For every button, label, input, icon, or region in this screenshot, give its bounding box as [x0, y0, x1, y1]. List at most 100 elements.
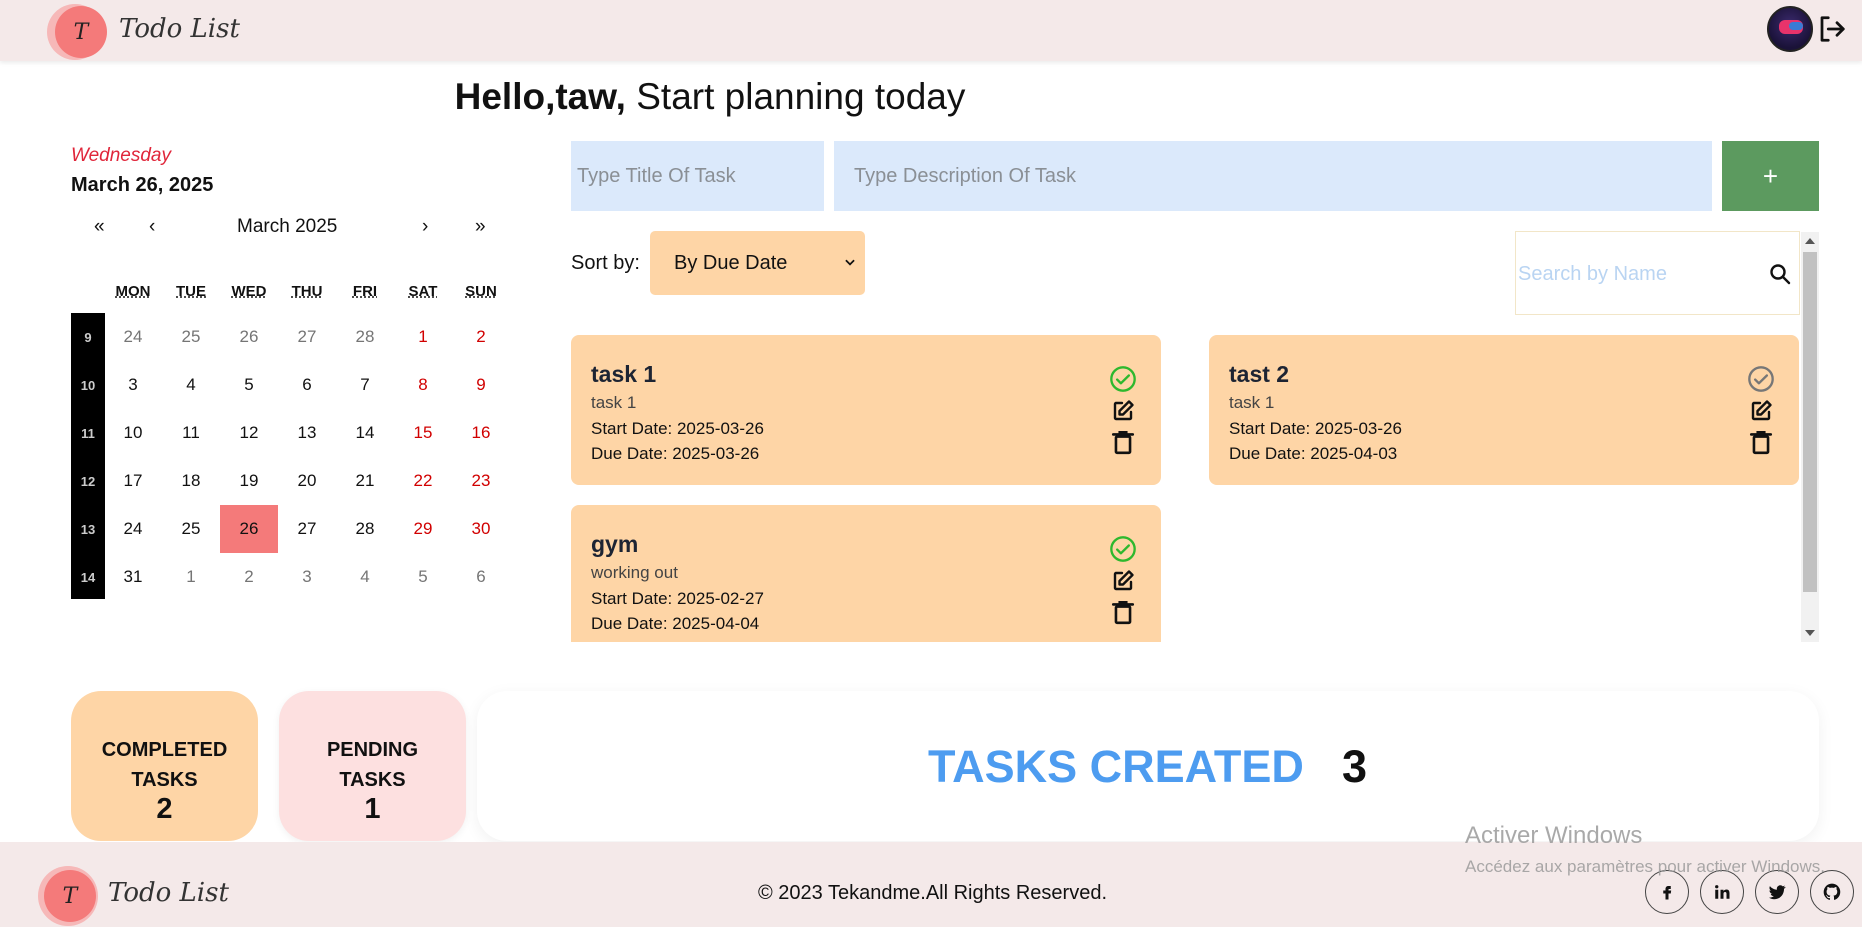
calendar-day[interactable]: 4	[162, 361, 220, 409]
sort-select[interactable]: By Due Date	[650, 231, 865, 295]
task-card: gym working out Start Date: 2025-02-27 Due …	[571, 505, 1161, 642]
task-description: task 1	[591, 393, 637, 412]
add-task-button[interactable]: +	[1722, 141, 1819, 211]
calendar-day[interactable]: 20	[278, 457, 336, 505]
logo-circle: T	[55, 6, 107, 58]
calendar-day[interactable]: 1	[394, 313, 452, 361]
trash-icon[interactable]	[1110, 429, 1138, 457]
footer-app-name: Todo List	[108, 878, 229, 908]
task-description-input[interactable]	[834, 141, 1712, 211]
calendar-day[interactable]: 27	[278, 505, 336, 553]
calendar-day-today[interactable]: 26	[220, 505, 278, 553]
calendar-day[interactable]: 17	[104, 457, 162, 505]
footer-logo[interactable]: T Todo List	[38, 866, 229, 926]
calendar-day[interactable]: 5	[394, 553, 452, 601]
calendar-day[interactable]: 28	[336, 313, 394, 361]
calendar-weekday-header: TUE	[176, 283, 206, 300]
completed-label-line1: COMPLETED	[101, 739, 228, 761]
task-due-date: Due Date: 2025-04-04	[591, 614, 760, 633]
calendar-day[interactable]: 10	[104, 409, 162, 457]
edit-icon[interactable]	[1111, 399, 1139, 427]
greeting-hello: Hello,taw,	[454, 76, 626, 117]
twitter-icon	[1768, 885, 1786, 900]
footer-logo-circle: T	[44, 870, 96, 922]
task-due-date: Due Date: 2025-04-03	[1229, 444, 1398, 463]
greeting-heading: Hello,taw, Start planning today	[0, 76, 1420, 118]
greeting-rest: Start planning today	[625, 76, 966, 117]
task-title-input[interactable]	[571, 141, 824, 211]
calendar-day[interactable]: 15	[394, 409, 452, 457]
calendar-day[interactable]: 1	[162, 553, 220, 601]
calendar-weekday-header: MON	[115, 283, 151, 300]
calendar-day[interactable]: 8	[394, 361, 452, 409]
calendar-day[interactable]: 21	[336, 457, 394, 505]
scroll-up-arrow[interactable]	[1805, 238, 1815, 244]
calendar-day[interactable]: 2	[452, 313, 510, 361]
calendar-day[interactable]: 27	[278, 313, 336, 361]
calendar-day[interactable]: 28	[336, 505, 394, 553]
scroll-thumb[interactable]	[1803, 252, 1817, 592]
task-list-scrollbar[interactable]	[1801, 232, 1819, 642]
calendar-day[interactable]: 2	[220, 553, 278, 601]
check-circle-done-icon[interactable]	[1109, 535, 1137, 563]
calendar-day[interactable]: 19	[220, 457, 278, 505]
calendar-week-number: 12	[80, 474, 96, 489]
pending-tasks-label: PENDING TASKS	[279, 735, 466, 795]
calendar-day[interactable]: 25	[162, 505, 220, 553]
calendar-day[interactable]: 4	[336, 553, 394, 601]
calendar-day[interactable]: 5	[220, 361, 278, 409]
search-icon[interactable]	[1768, 262, 1792, 286]
check-circle-icon[interactable]	[1747, 365, 1775, 393]
calendar-week-number: 13	[80, 522, 96, 537]
calendar-prev-year-button[interactable]: «	[94, 216, 105, 238]
user-avatar[interactable]	[1767, 6, 1813, 52]
calendar-day[interactable]: 11	[162, 409, 220, 457]
calendar-day[interactable]: 9	[452, 361, 510, 409]
calendar-day[interactable]: 18	[162, 457, 220, 505]
calendar-day[interactable]: 16	[452, 409, 510, 457]
search-box	[1515, 231, 1800, 315]
calendar-day[interactable]: 13	[278, 409, 336, 457]
search-input[interactable]	[1518, 260, 1748, 288]
pending-tasks-count: 1	[364, 793, 381, 825]
completed-tasks-label: COMPLETED TASKS	[71, 735, 258, 795]
calendar-weekday-header: FRI	[352, 283, 378, 300]
calendar-day[interactable]: 24	[104, 505, 162, 553]
sort-selected-value: By Due Date	[674, 251, 788, 274]
calendar-day[interactable]: 3	[104, 361, 162, 409]
calendar-day[interactable]: 26	[220, 313, 278, 361]
tasks-created-card: TASKS CREATED 3	[477, 691, 1819, 841]
calendar-day[interactable]: 23	[452, 457, 510, 505]
task-title: task 1	[591, 361, 657, 387]
app-logo[interactable]: T Todo List	[47, 2, 240, 60]
edit-icon[interactable]	[1111, 569, 1139, 597]
calendar-day[interactable]: 24	[104, 313, 162, 361]
calendar-day[interactable]: 3	[278, 553, 336, 601]
calendar-next-month-button[interactable]: ›	[422, 216, 428, 238]
trash-icon[interactable]	[1110, 599, 1138, 627]
calendar-day[interactable]: 22	[394, 457, 452, 505]
scroll-down-arrow[interactable]	[1805, 630, 1815, 636]
calendar-day[interactable]: 14	[336, 409, 394, 457]
check-circle-done-icon[interactable]	[1109, 365, 1137, 393]
calendar-prev-month-button[interactable]: ‹	[149, 216, 155, 238]
calendar-day[interactable]: 6	[278, 361, 336, 409]
windows-activation-subtitle: Accédez aux paramètres pour activer Wind…	[1465, 857, 1825, 876]
logout-icon[interactable]	[1817, 14, 1847, 44]
calendar-day[interactable]: 29	[394, 505, 452, 553]
calendar-week-numbers: 9 10 11 12 13 14	[71, 313, 105, 599]
calendar-month-label[interactable]: March 2025	[237, 216, 337, 238]
calendar-next-year-button[interactable]: »	[475, 216, 486, 238]
avatar-visor	[1789, 22, 1803, 30]
trash-icon[interactable]	[1748, 429, 1776, 457]
edit-icon[interactable]	[1749, 399, 1777, 427]
tasks-created-label: TASKS CREATED	[928, 741, 1304, 792]
tasks-created-count: 3	[1342, 741, 1368, 792]
task-title: gym	[591, 531, 639, 557]
calendar-day[interactable]: 6	[452, 553, 510, 601]
calendar-day[interactable]: 12	[220, 409, 278, 457]
calendar-day[interactable]: 31	[104, 553, 162, 601]
calendar-day[interactable]: 25	[162, 313, 220, 361]
calendar-day[interactable]: 30	[452, 505, 510, 553]
calendar-day[interactable]: 7	[336, 361, 394, 409]
